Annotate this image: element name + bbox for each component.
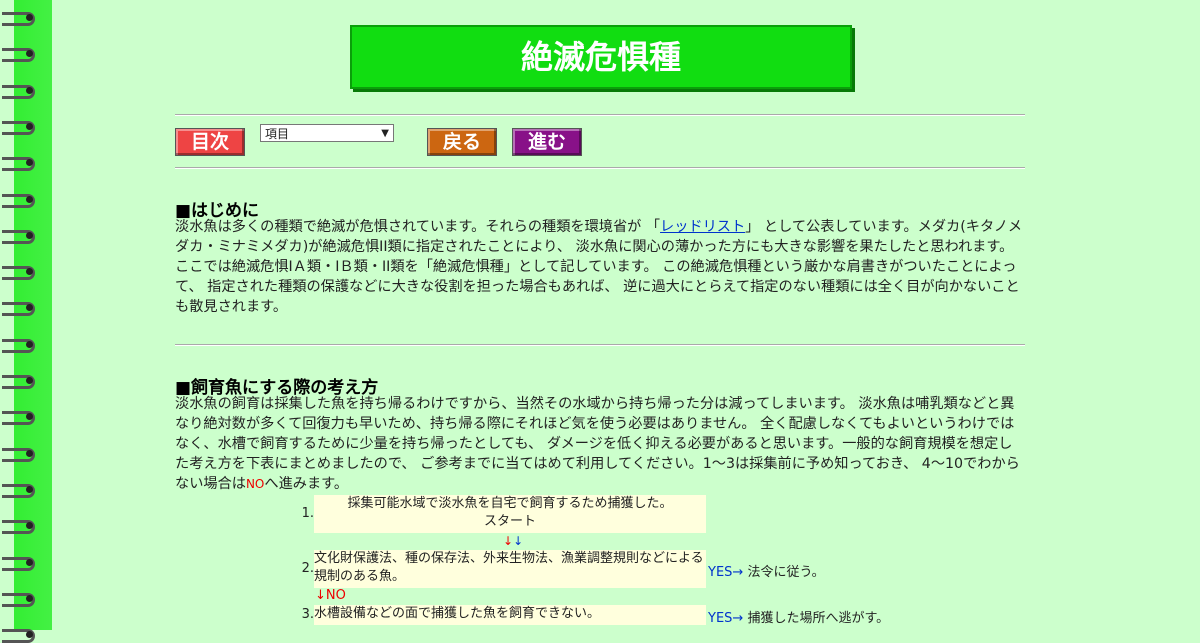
yes-label: YES→ [708,611,744,626]
intro-text-part: 淡水魚は多くの種類で絶滅が危惧されています。それらの種類を環境省が 「 [175,219,661,235]
flow-step-facility: 水槽設備などの面で捕獲した魚を飼育できない。 [314,605,706,625]
step-number: 1. [301,506,314,521]
spiral-binding [0,0,52,643]
step-text: 採集可能水域で淡水魚を自宅で飼育するため捕獲した。 [347,496,673,511]
binding-ring [0,192,40,208]
divider [175,344,1025,346]
binding-ring [0,228,40,244]
binding-ring [0,337,40,353]
flow-step-regulation: 文化財保護法、種の保存法、外来生物法、漁業調整規則などによる規制のある魚。 [314,550,706,588]
no-label: NO [245,477,265,491]
flow-step-start: 採集可能水域で淡水魚を自宅で飼育するため捕獲した。 スタート [314,495,706,533]
chevron-down-icon: ▼ [381,128,389,139]
binding-ring [0,10,40,26]
binding-ring [0,373,40,389]
redlist-link[interactable]: レッドリスト [660,219,745,235]
step-text: スタート [483,514,536,529]
yes-result: YES→ 捕獲した場所へ逃がす。 [708,607,889,626]
no-arrow: ↓NO [315,588,346,603]
binding-ring [0,446,40,462]
section-text-breeding: 淡水魚の飼育は採集した魚を持ち帰るわけですから、当然その水域から持ち帰った分は減… [175,394,1025,494]
step-number: 3. [301,607,314,622]
result-text: 法令に従う。 [747,565,825,580]
binding-ring [0,627,40,643]
section-select-value: 項目 [265,127,290,141]
binding-ring [0,119,40,135]
back-button[interactable]: 戻る [427,128,497,156]
binding-ring [0,155,40,172]
binding-ring [0,83,40,99]
index-button[interactable]: 目次 [175,128,245,156]
binding-ring [0,591,40,607]
binding-ring [0,482,40,498]
binding-ring [0,46,40,63]
yes-result: YES→ 法令に従う。 [708,561,825,580]
down-arrows: ↓↓ [503,534,524,548]
section-text-intro: 淡水魚は多くの種類で絶滅が危惧されています。それらの種類を環境省が 「レッドリス… [175,217,1025,317]
next-button[interactable]: 進む [512,128,582,156]
yes-label: YES→ [708,565,744,580]
breeding-text-part: へ進みます。 [264,476,349,492]
binding-ring [0,264,40,281]
page-title: 絶滅危惧種 [350,25,852,89]
result-text: 捕獲した場所へ逃がす。 [747,611,890,626]
binding-ring [0,518,40,535]
divider [175,114,1025,116]
binding-ring [0,555,40,571]
section-select[interactable]: 項目 ▼ [260,124,394,142]
binding-ring [0,409,40,426]
step-number: 2. [301,561,314,576]
binding-ring [0,300,40,317]
divider [175,167,1025,169]
